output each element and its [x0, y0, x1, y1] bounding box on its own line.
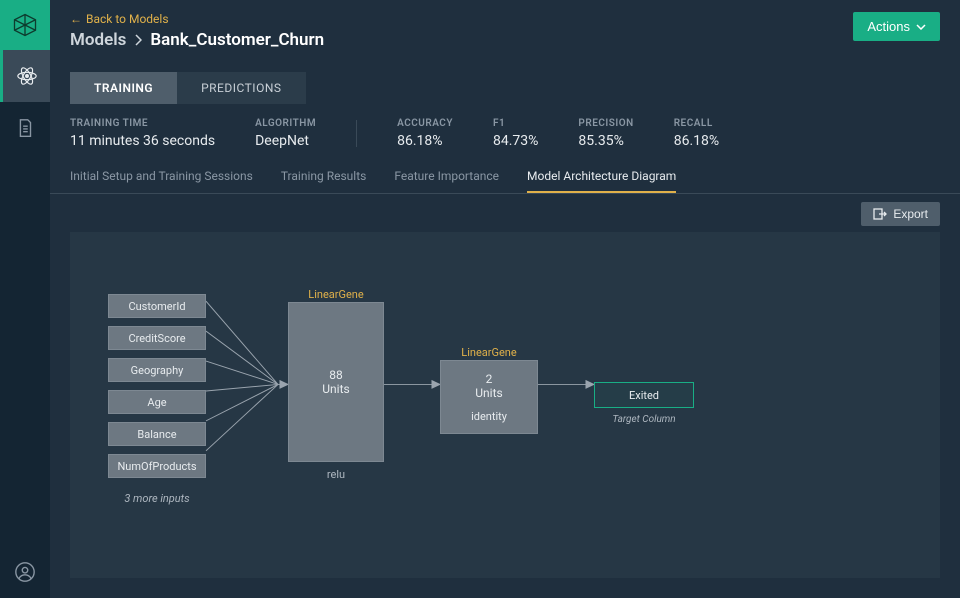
document-icon: [14, 117, 36, 139]
input-more-inputs[interactable]: 3 more inputs: [108, 486, 206, 510]
stat-training-time: TRAINING TIME 11 minutes 36 seconds: [70, 118, 215, 149]
stat-value: 86.18%: [674, 133, 719, 149]
subtab-training-results[interactable]: Training Results: [281, 163, 367, 193]
stat-value: 84.73%: [493, 133, 538, 149]
sidebar-item-documents[interactable]: [0, 102, 50, 154]
export-icon: [873, 208, 887, 220]
subtabs: Initial Setup and Training Sessions Trai…: [50, 159, 960, 194]
stat-f1: F1 84.73%: [493, 118, 538, 149]
layer-1: LinearGene 88 Units relu: [288, 302, 384, 481]
stat-algorithm: ALGORITHM DeepNet: [255, 118, 316, 149]
layer-1-box: 88 Units: [288, 302, 384, 462]
sidebar-item-models[interactable]: [0, 50, 50, 102]
layer-2-title: LinearGene: [461, 346, 516, 359]
main-content: ← Back to Models Models Bank_Customer_Ch…: [50, 0, 960, 598]
stat-accuracy: ACCURACY 86.18%: [397, 118, 453, 149]
app-logo: [0, 0, 50, 50]
export-label: Export: [893, 207, 928, 221]
actions-button[interactable]: Actions: [853, 12, 940, 41]
input-numofproducts: NumOfProducts: [108, 454, 206, 478]
layer-2-units-num: 2: [486, 372, 493, 386]
input-balance: Balance: [108, 422, 206, 446]
stat-label: ACCURACY: [397, 118, 453, 129]
subtab-initial-setup[interactable]: Initial Setup and Training Sessions: [70, 163, 253, 193]
breadcrumb-models[interactable]: Models: [70, 30, 126, 50]
sidebar-item-user[interactable]: [0, 546, 50, 598]
stat-value: 86.18%: [397, 133, 453, 149]
chevron-right-icon: [134, 34, 142, 46]
input-geography: Geography: [108, 358, 206, 382]
back-label: Back to Models: [86, 12, 169, 26]
output-node: Exited Target Column: [594, 382, 694, 425]
input-customerid: CustomerId: [108, 294, 206, 318]
breadcrumb: Models Bank_Customer_Churn: [70, 30, 324, 50]
subtab-feature-importance[interactable]: Feature Importance: [394, 163, 499, 193]
back-to-models-link[interactable]: ← Back to Models: [70, 12, 324, 26]
stat-label: F1: [493, 118, 538, 129]
stat-value: 11 minutes 36 seconds: [70, 133, 215, 149]
layer-1-units-num: 88: [329, 368, 343, 382]
stat-value: 85.35%: [578, 133, 633, 149]
tab-predictions[interactable]: PREDICTIONS: [177, 72, 305, 104]
actions-label: Actions: [867, 19, 910, 34]
layer-1-title: LinearGene: [308, 288, 363, 301]
output-sublabel: Target Column: [612, 414, 675, 425]
stat-label: PRECISION: [578, 118, 633, 129]
input-age: Age: [108, 390, 206, 414]
layer-2-units-word: Units: [475, 386, 502, 400]
export-button[interactable]: Export: [861, 202, 940, 226]
layer-1-units-word: Units: [322, 382, 349, 396]
top-tabs: TRAINING PREDICTIONS: [50, 58, 960, 104]
input-creditscore: CreditScore: [108, 326, 206, 350]
breadcrumb-current: Bank_Customer_Churn: [150, 30, 324, 50]
chevron-down-icon: [916, 24, 926, 30]
arrow-left-icon: ←: [70, 12, 82, 26]
atom-icon: [16, 65, 38, 87]
layer-2-activation: identity: [471, 410, 507, 423]
input-column: CustomerId CreditScore Geography Age Bal…: [108, 294, 206, 510]
tab-training[interactable]: TRAINING: [70, 72, 177, 104]
sidebar: [0, 0, 50, 598]
stat-recall: RECALL 86.18%: [674, 118, 719, 149]
output-box: Exited: [594, 382, 694, 408]
layer-2: LinearGene 2 Units identity: [440, 360, 538, 434]
stat-precision: PRECISION 85.35%: [578, 118, 633, 149]
subtab-model-architecture[interactable]: Model Architecture Diagram: [527, 163, 676, 193]
page-header: ← Back to Models Models Bank_Customer_Ch…: [50, 0, 960, 58]
stat-label: ALGORITHM: [255, 118, 316, 129]
stat-label: RECALL: [674, 118, 719, 129]
user-circle-icon: [14, 561, 36, 583]
stat-label: TRAINING TIME: [70, 118, 215, 129]
logo-icon: [11, 11, 39, 39]
stats-row: TRAINING TIME 11 minutes 36 seconds ALGO…: [50, 104, 960, 159]
layer-2-box: 2 Units identity: [440, 360, 538, 434]
stat-value: DeepNet: [255, 133, 316, 149]
model-architecture-diagram: CustomerId CreditScore Geography Age Bal…: [70, 232, 940, 578]
layer-1-activation: relu: [327, 468, 345, 481]
